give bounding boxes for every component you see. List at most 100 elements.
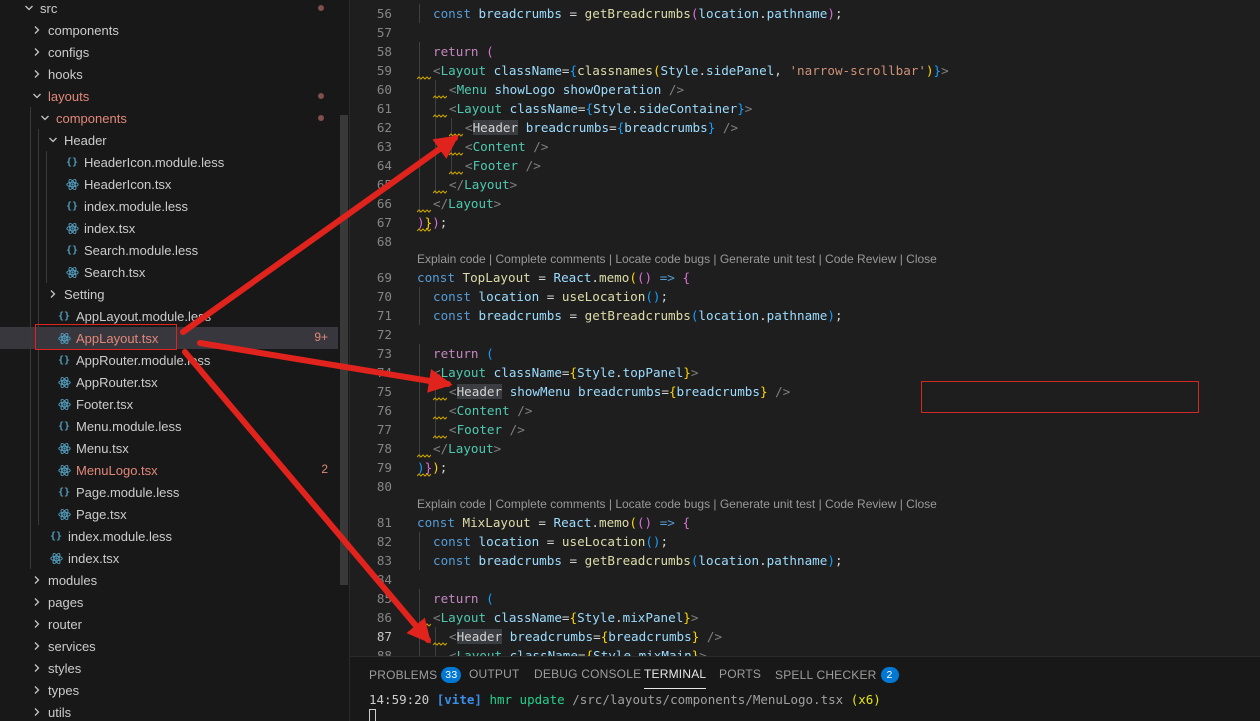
folder-components[interactable]: components (0, 19, 338, 41)
line-number: 60 (376, 82, 392, 97)
file-search-tsx[interactable]: Search.tsx (0, 261, 338, 283)
code-token: location (478, 289, 540, 304)
folder-router[interactable]: router (0, 613, 338, 635)
code-token: > (699, 648, 707, 656)
code-line: 71 const breadcrumbs = getBreadcrumbs(loc… (350, 306, 1260, 325)
code-text: <Content /> (465, 137, 548, 156)
tab-ports[interactable]: PORTS (719, 667, 761, 681)
file-page-tsx[interactable]: Page.tsx (0, 503, 338, 525)
code-token: < (465, 139, 473, 154)
file-menu-tsx[interactable]: Menu.tsx (0, 437, 338, 459)
code-line: 66 </Layout> (350, 194, 1260, 213)
indent-guide (419, 589, 420, 608)
indent-guide (30, 217, 31, 239)
folder-configs[interactable]: configs (0, 41, 338, 63)
code-token: getBreadcrumbs (584, 6, 691, 21)
code-line: 58 return ( (350, 42, 1260, 61)
codelens-actions[interactable]: Explain code | Complete comments | Locat… (417, 495, 937, 513)
indent-guide (38, 129, 39, 151)
code-token: { (682, 270, 691, 285)
code-line: 68 (350, 232, 1260, 251)
code-token: pathname (766, 308, 828, 323)
folder-setting[interactable]: Setting (0, 283, 338, 305)
code-token: const (433, 308, 479, 323)
code-line: 85 return ( (350, 589, 1260, 608)
file-index-module-less[interactable]: {} index.module.less (0, 195, 338, 217)
code-editor[interactable]: 56 const breadcrumbs = getBreadcrumbs(loc… (350, 0, 1260, 656)
code-token: } (737, 101, 745, 116)
tab-problems[interactable]: PROBLEMS 33 (369, 667, 462, 683)
line-number: 87 (376, 629, 392, 644)
code-token: Style (660, 63, 699, 78)
code-line: 56 const breadcrumbs = getBreadcrumbs(loc… (350, 4, 1260, 23)
line-number: 69 (376, 270, 392, 285)
tab-debug-console[interactable]: DEBUG CONSOLE (534, 667, 641, 681)
folder-utils[interactable]: utils (0, 701, 338, 721)
indent-guide (419, 118, 420, 137)
file-index-module-less[interactable]: {} index.module.less (0, 525, 338, 547)
code-line: 69 const TopLayout = React.memo(() => { (350, 268, 1260, 287)
folder-header[interactable]: Header (0, 129, 338, 151)
line-number: 85 (376, 591, 392, 606)
file-approuter-module-less[interactable]: {} AppRouter.module.less (0, 349, 338, 371)
tree-item-label: Page.module.less (76, 484, 180, 500)
folder-styles[interactable]: styles (0, 657, 338, 679)
tab-spell-checker[interactable]: SPELL CHECKER 2 (775, 667, 899, 683)
folder-services[interactable]: services (0, 635, 338, 657)
code-token: . (631, 648, 639, 656)
folder-src[interactable]: src (0, 0, 338, 19)
react-file-icon (56, 506, 72, 522)
indent-guide (30, 547, 31, 569)
tab-terminal[interactable]: TERMINAL (644, 667, 707, 689)
code-token: className (509, 101, 578, 116)
less-file-icon: {} (57, 310, 71, 322)
file-menu-module-less[interactable]: {} Menu.module.less (0, 415, 338, 437)
tab-label: TERMINAL (644, 667, 707, 681)
code-line: 88 <Layout className={Style.mixMain}> (350, 646, 1260, 656)
code-token: return (433, 346, 487, 361)
code-token: </ (449, 177, 465, 192)
file-footer-tsx[interactable]: Footer.tsx (0, 393, 338, 415)
file-index-tsx[interactable]: index.tsx (0, 217, 338, 239)
code-line: 57 (350, 23, 1260, 42)
less-file-icon: {} (57, 420, 71, 432)
tab-output[interactable]: OUTPUT (469, 667, 520, 681)
folder-components[interactable]: components (0, 107, 338, 129)
code-token: ) (827, 308, 835, 323)
line-number: 59 (376, 63, 392, 78)
code-token: Layout (440, 610, 494, 625)
code-token: /> (775, 384, 791, 399)
line-number: 88 (376, 648, 392, 656)
code-line: 82 const location = useLocation(); (350, 532, 1260, 551)
file-menulogo-tsx[interactable]: MenuLogo.tsx 2 (0, 459, 338, 481)
file-page-module-less[interactable]: {} Page.module.less (0, 481, 338, 503)
code-token: , (774, 63, 790, 78)
file-index-tsx[interactable]: index.tsx (0, 547, 338, 569)
code-token: ; (439, 215, 448, 230)
code-token: ( (486, 591, 494, 606)
code-token: < (449, 101, 457, 116)
indent-guide (46, 173, 47, 195)
file-headericon-tsx[interactable]: HeaderIcon.tsx (0, 173, 338, 195)
folder-types[interactable]: types (0, 679, 338, 701)
explorer-scrollbar[interactable] (340, 115, 348, 585)
indent-guide (30, 393, 31, 415)
folder-pages[interactable]: pages (0, 591, 338, 613)
code-token: location (698, 308, 760, 323)
file-approuter-tsx[interactable]: AppRouter.tsx (0, 371, 338, 393)
file-search-module-less[interactable]: {} Search.module.less (0, 239, 338, 261)
code-token: ) (925, 63, 934, 78)
code-token: pathname (766, 6, 828, 21)
folder-layouts[interactable]: layouts (0, 85, 338, 107)
folder-modules[interactable]: modules (0, 569, 338, 591)
tree-item-label: services (48, 638, 96, 654)
codelens-actions[interactable]: Explain code | Complete comments | Locat… (417, 250, 937, 268)
chevron-right-icon (30, 23, 44, 37)
tree-item-label: index.tsx (84, 220, 136, 236)
git-modified-dot (318, 93, 324, 99)
react-file-icon (48, 550, 64, 566)
file-headericon-module-less[interactable]: {} HeaderIcon.module.less (0, 151, 338, 173)
folder-hooks[interactable]: hooks (0, 63, 338, 85)
code-token: . (615, 365, 623, 380)
code-line: 67)}); (350, 213, 1260, 232)
